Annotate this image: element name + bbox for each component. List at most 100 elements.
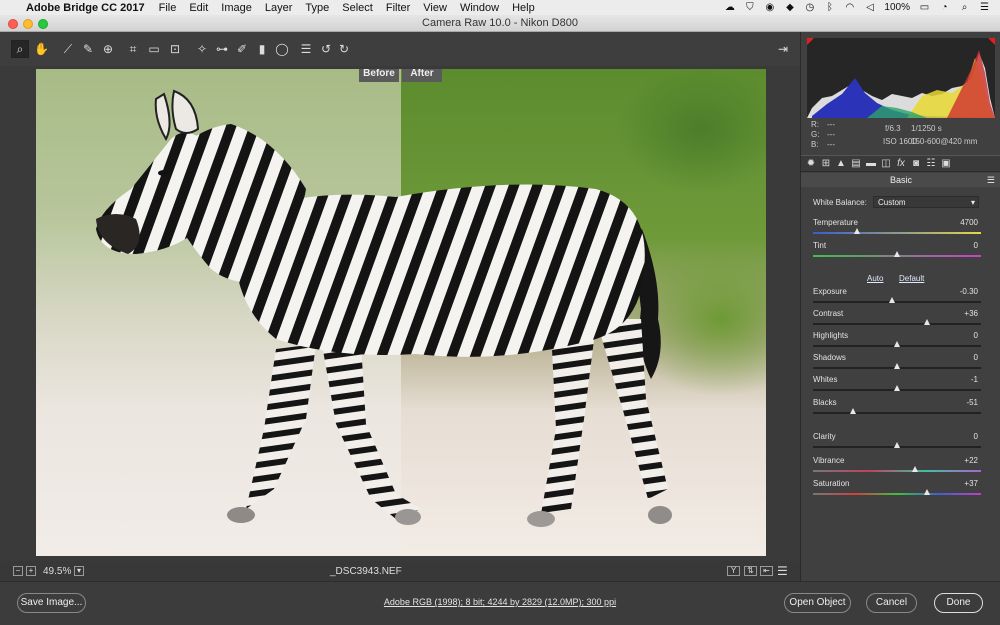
tab-camera-calibration-icon[interactable]: ◙ [910, 158, 922, 170]
tint-value[interactable]: 0 [938, 241, 978, 250]
saturation-slider[interactable] [813, 493, 981, 495]
zoom-dropdown-chevron-icon[interactable]: ▾ [74, 566, 84, 576]
crop-tool-icon[interactable]: ⌗ [126, 42, 140, 56]
app-menu[interactable]: Adobe Bridge CC 2017 [26, 2, 145, 14]
zoom-out-button[interactable]: − [13, 566, 23, 576]
color-sampler-tool-icon[interactable]: ✎ [81, 42, 95, 56]
notification-center-icon[interactable]: ☰ [979, 2, 990, 13]
shadows-slider-thumb[interactable] [894, 363, 900, 369]
vibrance-value[interactable]: +22 [938, 456, 978, 465]
before-after-view-icon[interactable]: Y [727, 566, 740, 576]
temperature-slider[interactable] [813, 232, 981, 234]
open-object-button[interactable]: Open Object [784, 593, 851, 613]
tab-hsl-icon[interactable]: ▤ [850, 158, 862, 170]
white-balance-tool-icon[interactable]: ⟋ [61, 42, 75, 56]
menu-file[interactable]: File [159, 2, 177, 14]
menu-type[interactable]: Type [305, 2, 329, 14]
tab-tone-curve-icon[interactable]: ⊞ [820, 158, 832, 170]
shadows-value[interactable]: 0 [938, 353, 978, 362]
menu-filter[interactable]: Filter [386, 2, 410, 14]
tab-split-toning-icon[interactable]: ▬ [865, 158, 877, 170]
bluetooth-icon[interactable]: ᛒ [824, 2, 835, 13]
temperature-value[interactable]: 4700 [938, 218, 978, 227]
wifi-icon[interactable]: ◠ [844, 2, 855, 13]
volume-icon[interactable]: ◁ [864, 2, 875, 13]
clarity-value[interactable]: 0 [938, 432, 978, 441]
battery-icon[interactable]: ▭ [919, 2, 930, 13]
toggle-settings-icon[interactable]: ☰ [777, 564, 788, 578]
menu-view[interactable]: View [423, 2, 447, 14]
minimize-window-button[interactable] [23, 19, 33, 29]
tab-basic-icon[interactable]: ✹ [805, 158, 817, 170]
blacks-slider[interactable] [813, 412, 981, 414]
red-label: R: [811, 120, 819, 129]
tab-snapshots-icon[interactable]: ▣ [940, 158, 952, 170]
presets-list-icon[interactable]: ☰ [299, 42, 313, 56]
menu-layer[interactable]: Layer [265, 2, 293, 14]
save-image-button[interactable]: Save Image... [17, 593, 86, 613]
hand-tool-icon[interactable]: ✋ [34, 42, 49, 56]
menu-edit[interactable]: Edit [189, 2, 208, 14]
toggle-fullscreen-icon[interactable]: ⇥ [776, 42, 790, 56]
close-window-button[interactable] [8, 19, 18, 29]
adjustment-brush-tool-icon[interactable]: ✐ [235, 42, 249, 56]
copy-settings-icon[interactable]: ⇤ [760, 566, 773, 576]
clock-icon[interactable]: ◔ [939, 2, 950, 13]
saturation-slider-thumb[interactable] [924, 489, 931, 495]
zoom-in-button[interactable]: + [26, 566, 36, 576]
backup-icon[interactable]: ◉ [764, 2, 775, 13]
panel-menu-icon[interactable]: ☰ [987, 173, 995, 187]
radial-filter-tool-icon[interactable]: ◯ [275, 42, 289, 56]
shield-icon[interactable]: ⛉ [744, 2, 755, 13]
contrast-slider-thumb[interactable] [924, 319, 931, 325]
dropbox-icon[interactable]: ◆ [784, 2, 795, 13]
workflow-options-link[interactable]: Adobe RGB (1998); 8 bit; 4244 by 2829 (1… [300, 597, 700, 607]
maximize-window-button[interactable] [38, 19, 48, 29]
targeted-adjustment-tool-icon[interactable]: ⊕ [101, 42, 115, 56]
vibrance-slider-thumb[interactable] [912, 466, 919, 472]
exposure-slider-thumb[interactable] [888, 297, 895, 303]
menu-window[interactable]: Window [460, 2, 499, 14]
vibrance-slider[interactable] [813, 470, 981, 472]
auto-link[interactable]: Auto [867, 274, 883, 283]
menu-help[interactable]: Help [512, 2, 535, 14]
done-button[interactable]: Done [934, 593, 983, 613]
graduated-filter-tool-icon[interactable]: ▮ [255, 42, 269, 56]
exposure-slider[interactable] [813, 301, 981, 303]
tint-slider-thumb[interactable] [894, 251, 900, 257]
tab-presets-icon[interactable]: ☷ [925, 158, 937, 170]
blacks-slider-thumb[interactable] [850, 408, 857, 414]
creative-cloud-icon[interactable]: ☁ [724, 2, 735, 13]
white-balance-select[interactable]: Custom ▾ [873, 196, 979, 208]
whites-value[interactable]: -1 [938, 375, 978, 384]
contrast-value[interactable]: +36 [938, 309, 978, 318]
cancel-button[interactable]: Cancel [866, 593, 917, 613]
contrast-slider[interactable] [813, 323, 981, 325]
spotlight-search-icon[interactable]: ⌕ [959, 2, 970, 13]
exposure-value[interactable]: -0.30 [938, 287, 978, 296]
red-eye-tool-icon[interactable]: ⊶ [215, 42, 229, 56]
temperature-slider-thumb[interactable] [853, 228, 860, 234]
photo-preview[interactable]: Before After [36, 69, 766, 556]
transform-tool-icon[interactable]: ⊡ [168, 42, 182, 56]
time-machine-icon[interactable]: ◷ [804, 2, 815, 13]
saturation-label: Saturation [813, 479, 850, 488]
clarity-slider-thumb[interactable] [894, 442, 900, 448]
tab-lens-corrections-icon[interactable]: ◫ [880, 158, 892, 170]
highlights-slider-thumb[interactable] [894, 341, 900, 347]
default-link[interactable]: Default [899, 274, 924, 283]
tab-detail-icon[interactable]: ▲ [835, 158, 847, 170]
spot-removal-tool-icon[interactable]: ✧ [195, 42, 209, 56]
blacks-value[interactable]: -51 [938, 398, 978, 407]
saturation-value[interactable]: +37 [938, 479, 978, 488]
tab-effects-icon[interactable]: fx [895, 158, 907, 170]
highlights-value[interactable]: 0 [938, 331, 978, 340]
rotate-cw-icon[interactable]: ↻ [337, 42, 351, 56]
rotate-ccw-icon[interactable]: ↺ [319, 42, 333, 56]
swap-before-after-icon[interactable]: ⇅ [744, 566, 757, 576]
menu-image[interactable]: Image [221, 2, 252, 14]
zoom-tool-icon[interactable]: ⌕ [11, 40, 29, 58]
whites-slider-thumb[interactable] [894, 385, 900, 391]
straighten-tool-icon[interactable]: ▭ [147, 42, 161, 56]
menu-select[interactable]: Select [342, 2, 373, 14]
